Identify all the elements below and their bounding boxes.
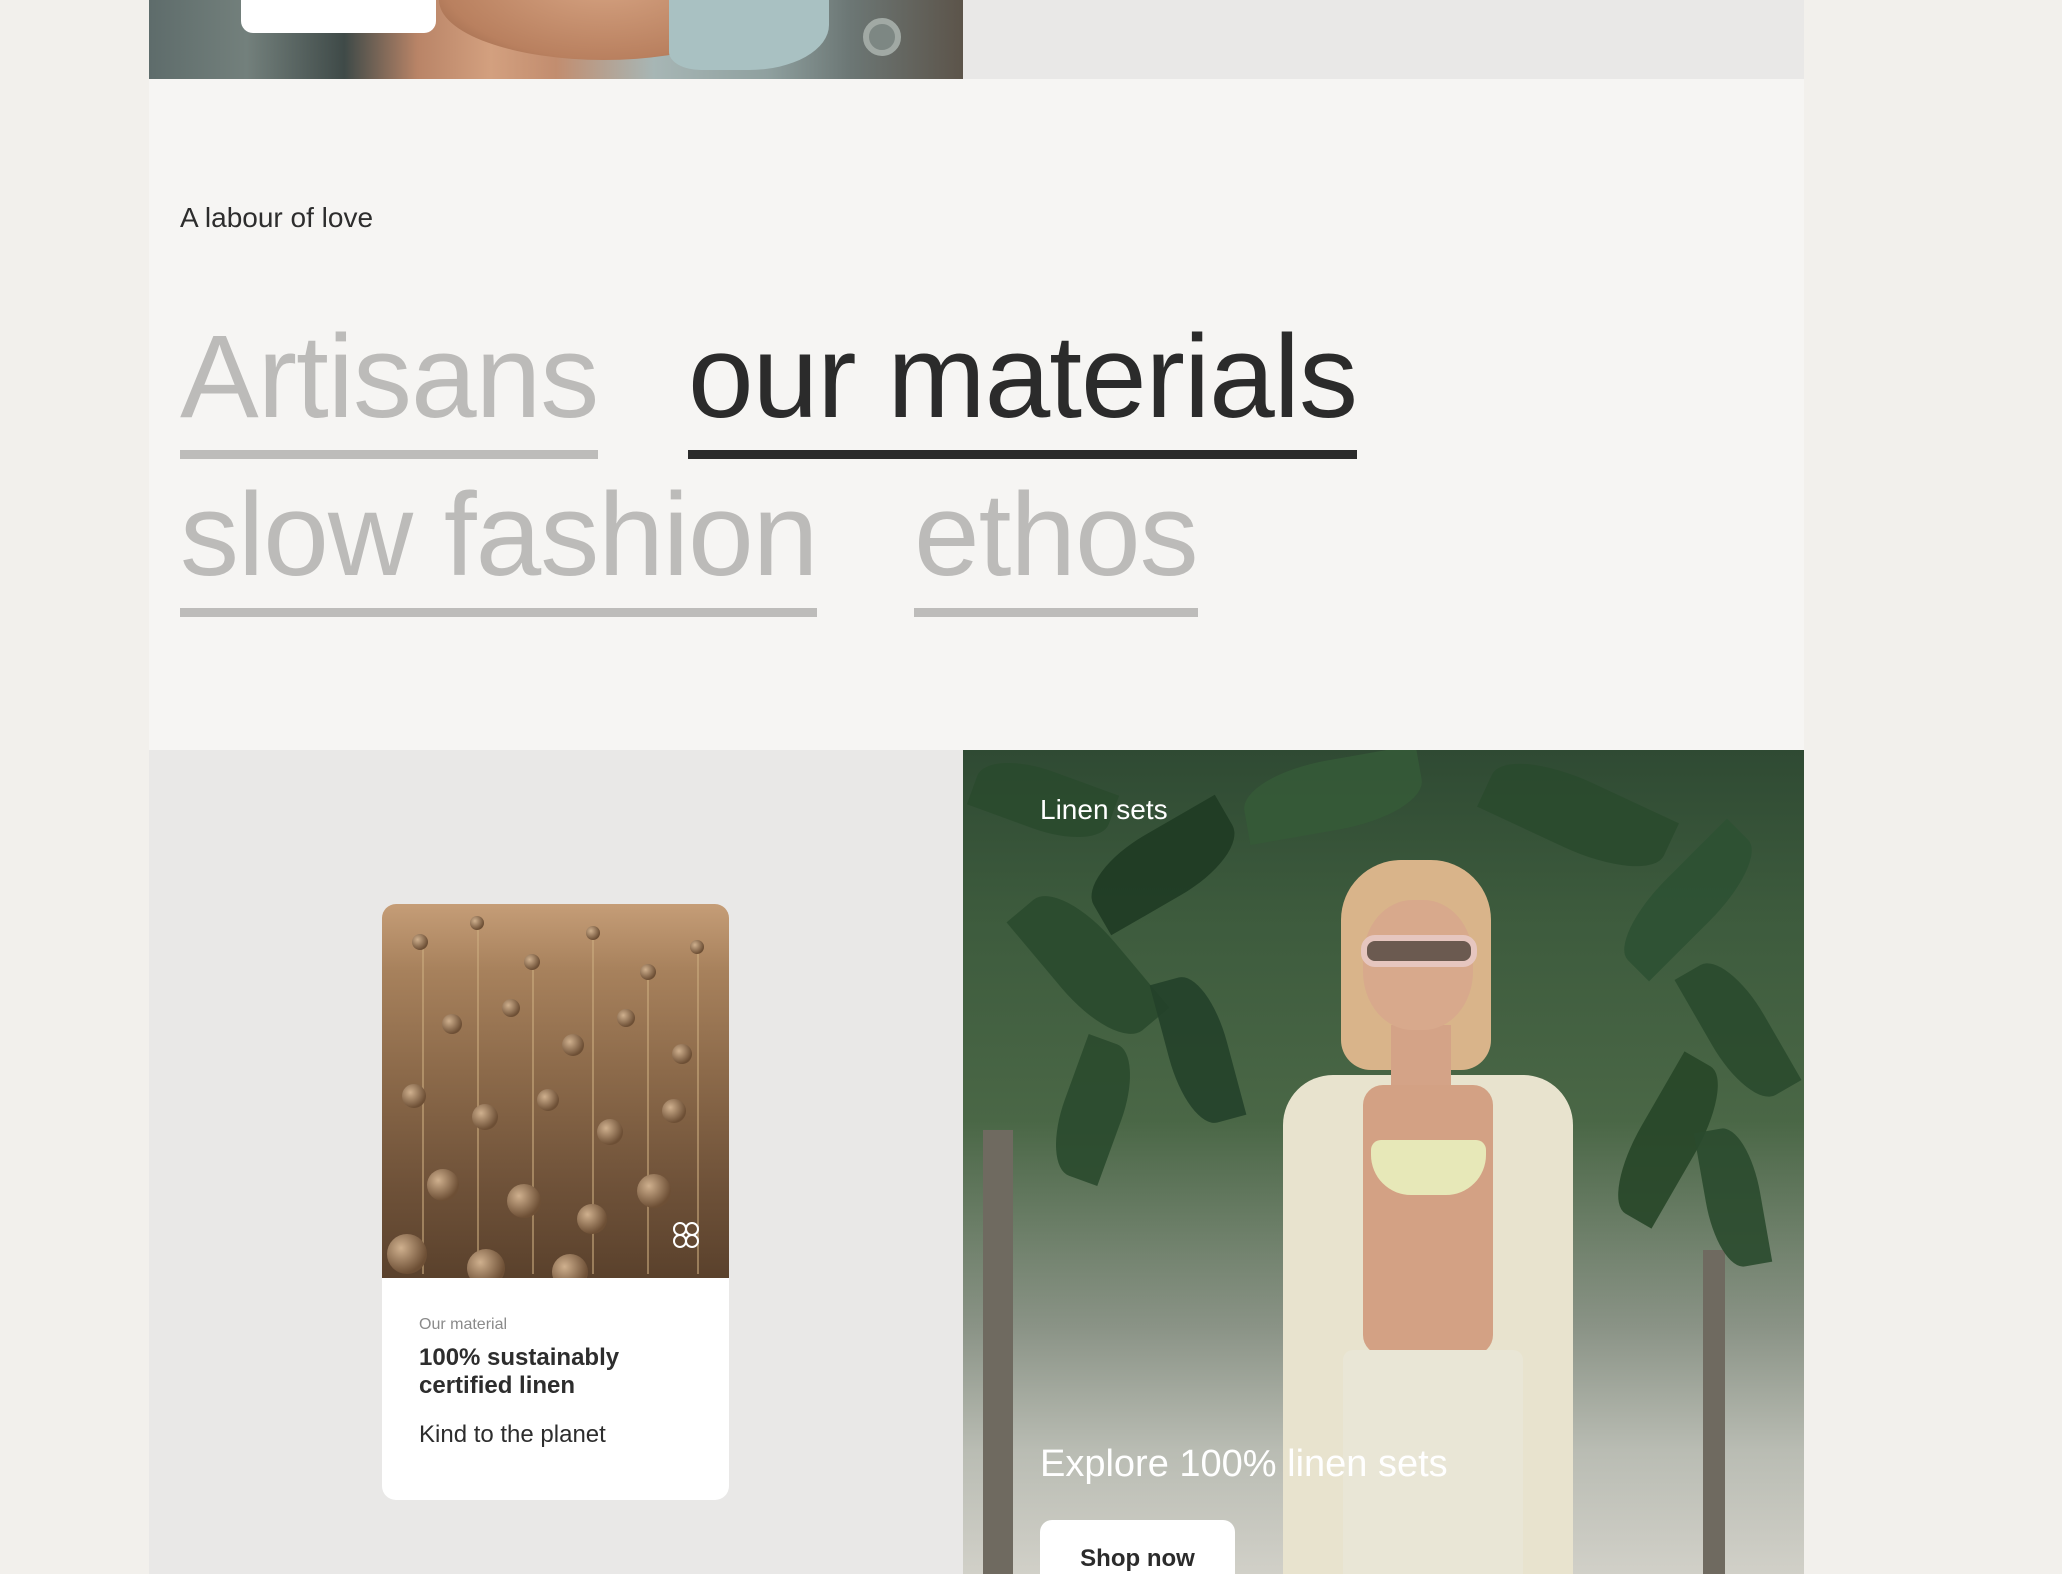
- material-card-title: 100% sustainably certified linen: [419, 1344, 620, 1399]
- tab-our-materials[interactable]: our materials: [688, 318, 1358, 459]
- linen-sets-label: Linen sets: [1040, 794, 1168, 825]
- material-card-body: Our material 100% sustainably certified …: [382, 1278, 729, 1449]
- previous-section: [149, 0, 1804, 79]
- shop-now-button[interactable]: Shop now: [1040, 1520, 1235, 1574]
- hero-photo: [149, 0, 963, 79]
- material-card-eyebrow: Our material: [419, 1316, 508, 1333]
- tab-slow-fashion[interactable]: slow fashion: [180, 476, 818, 617]
- flower-icon: [673, 1222, 699, 1248]
- section-eyebrow: A labour of love: [180, 202, 374, 233]
- material-card[interactable]: Our material 100% sustainably certified …: [382, 904, 729, 1500]
- material-panel: Our material 100% sustainably certified …: [149, 750, 963, 1574]
- flax-field-photo: [382, 904, 729, 1278]
- hero-side-panel: [963, 0, 1804, 79]
- tab-ethos[interactable]: ethos: [914, 476, 1199, 617]
- tab-artisans[interactable]: Artisans: [180, 318, 599, 459]
- page: A labour of love Artisans our materials …: [149, 0, 1804, 1574]
- material-card-subtitle: Kind to the planet: [419, 1421, 606, 1449]
- hero-shop-button[interactable]: [241, 0, 436, 33]
- linen-sets-promo[interactable]: Linen sets Explore 100% linen sets Shop …: [963, 750, 1804, 1574]
- linen-sets-title: Explore 100% linen sets: [1040, 1443, 1448, 1485]
